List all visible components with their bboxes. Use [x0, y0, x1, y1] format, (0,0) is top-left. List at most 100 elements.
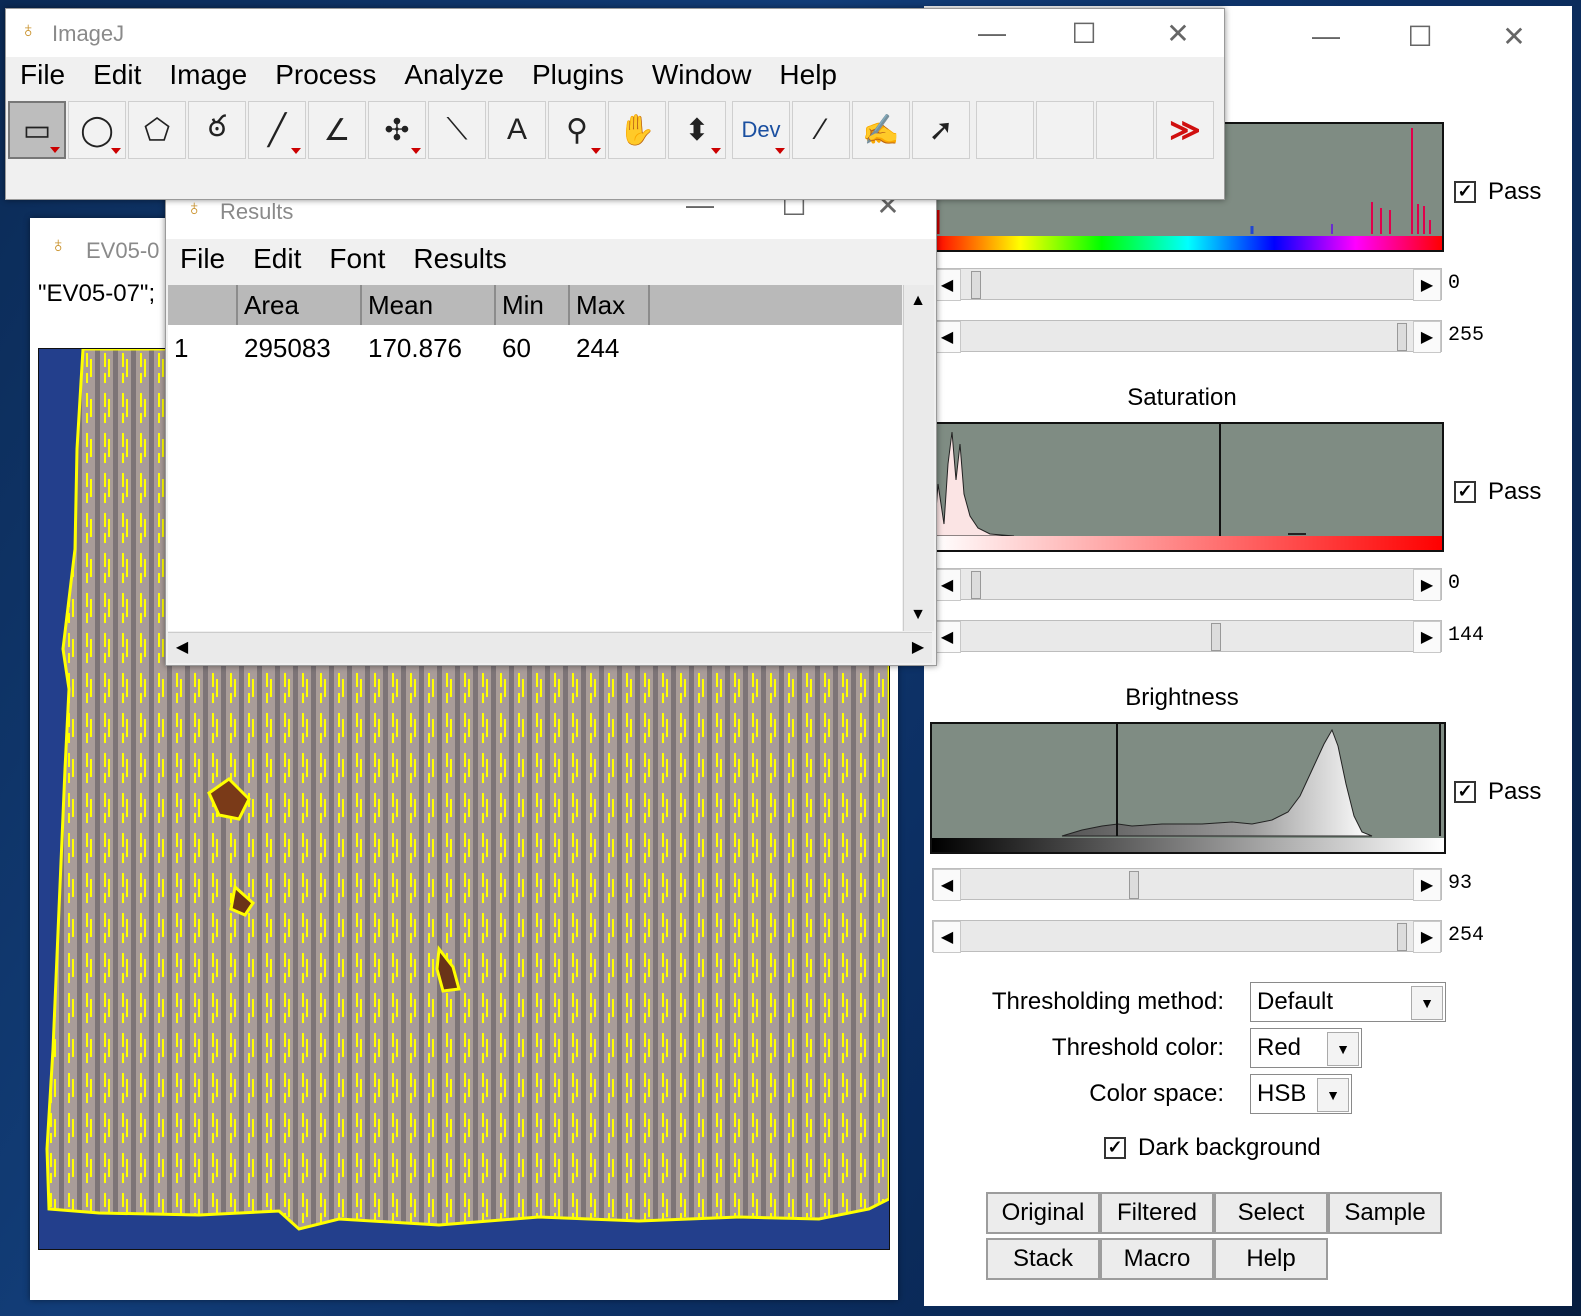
filtered-button[interactable]: Filtered	[1100, 1192, 1214, 1234]
slider-left-arrow-icon[interactable]: ◀	[933, 269, 961, 301]
line-tool-icon[interactable]: ╱	[248, 101, 306, 159]
sample-button[interactable]: Sample	[1328, 1192, 1442, 1234]
menu-process[interactable]: Process	[275, 59, 376, 91]
hand-tool-icon[interactable]: ✋	[608, 101, 666, 159]
cell-max: 244	[576, 333, 620, 363]
slider-thumb[interactable]	[1397, 923, 1407, 951]
results-menu-results[interactable]: Results	[413, 243, 506, 275]
flood-fill-tool-icon[interactable]: ✍	[852, 101, 910, 159]
text-tool-icon[interactable]: A	[488, 101, 546, 159]
chevron-down-icon[interactable]: ▼	[1317, 1078, 1349, 1112]
saturation-max-value: 144	[1448, 624, 1485, 647]
slider-right-arrow-icon[interactable]: ▶	[1413, 921, 1441, 953]
hue-pass-checkbox[interactable]: ✓ Pass	[1454, 178, 1541, 206]
color-space-select[interactable]: HSB ▼	[1250, 1074, 1352, 1114]
chevron-down-icon[interactable]: ▼	[1327, 1032, 1359, 1066]
dark-background-checkbox[interactable]: ✓ Dark background	[1104, 1134, 1321, 1162]
results-menu-edit[interactable]: Edit	[253, 243, 301, 275]
empty-slot-2[interactable]	[1036, 101, 1094, 159]
hue-min-slider[interactable]: ◀ ▶	[932, 268, 1442, 301]
chevron-down-icon[interactable]: ▼	[1411, 986, 1443, 1020]
slider-thumb[interactable]	[971, 271, 981, 299]
slider-left-arrow-icon[interactable]: ◀	[933, 921, 961, 953]
dark-background-label: Dark background	[1138, 1134, 1321, 1161]
angle-tool-icon[interactable]: ∠	[308, 101, 366, 159]
checkbox-check-icon: ✓	[1454, 481, 1476, 503]
maximize-icon[interactable]: ☐	[1400, 16, 1440, 56]
macro-button[interactable]: Macro	[1100, 1238, 1214, 1280]
scroll-right-arrow-icon[interactable]: ▶	[904, 633, 932, 661]
results-menu-font[interactable]: Font	[329, 243, 385, 275]
menu-edit[interactable]: Edit	[93, 59, 141, 91]
vertical-scrollbar[interactable]: ▲ ▼	[903, 285, 934, 631]
column-header-index[interactable]	[168, 285, 238, 325]
results-menu-file[interactable]: File	[180, 243, 225, 275]
saturation-pass-checkbox[interactable]: ✓ Pass	[1454, 478, 1541, 506]
saturation-histogram	[932, 422, 1444, 552]
original-button[interactable]: Original	[986, 1192, 1100, 1234]
slider-right-arrow-icon[interactable]: ▶	[1413, 269, 1441, 301]
help-button[interactable]: Help	[1214, 1238, 1328, 1280]
menu-image[interactable]: Image	[169, 59, 247, 91]
rectangle-tool-icon[interactable]: ▭	[8, 101, 66, 159]
stack-button[interactable]: Stack	[986, 1238, 1100, 1280]
scroll-left-arrow-icon[interactable]: ◀	[168, 633, 196, 661]
maximize-icon[interactable]: ☐	[1064, 13, 1104, 53]
column-header-area[interactable]: Area	[238, 285, 362, 325]
empty-slot-1[interactable]	[976, 101, 1034, 159]
slider-left-arrow-icon[interactable]: ◀	[933, 869, 961, 901]
polygon-tool-icon[interactable]: ⬠	[128, 101, 186, 159]
threshold-color-select[interactable]: Red ▼	[1250, 1028, 1362, 1068]
checkbox-check-icon: ✓	[1454, 181, 1476, 203]
slider-thumb[interactable]	[1129, 871, 1139, 899]
arrow-tool-icon[interactable]: ➚	[912, 101, 970, 159]
more-tools-icon[interactable]: ≫	[1156, 101, 1214, 159]
slider-thumb[interactable]	[1397, 323, 1407, 351]
slider-thumb[interactable]	[1211, 623, 1221, 651]
slider-right-arrow-icon[interactable]: ▶	[1413, 569, 1441, 601]
slider-left-arrow-icon[interactable]: ◀	[933, 569, 961, 601]
brightness-pass-checkbox[interactable]: ✓ Pass	[1454, 778, 1541, 806]
brightness-min-slider[interactable]: ◀ ▶	[932, 868, 1442, 901]
menu-analyze[interactable]: Analyze	[404, 59, 504, 91]
slider-thumb[interactable]	[971, 571, 981, 599]
hue-max-slider[interactable]: ◀ ▶	[932, 320, 1442, 353]
scroll-up-arrow-icon[interactable]: ▲	[904, 287, 932, 315]
horizontal-scrollbar[interactable]: ◀ ▶	[168, 632, 932, 663]
saturation-max-slider[interactable]: ◀ ▶	[932, 620, 1442, 653]
minimize-icon[interactable]: —	[972, 13, 1012, 53]
scroll-down-arrow-icon[interactable]: ▼	[904, 601, 932, 629]
minimize-icon[interactable]: —	[1306, 16, 1346, 56]
menu-file[interactable]: File	[20, 59, 65, 91]
saturation-min-slider[interactable]: ◀ ▶	[932, 568, 1442, 601]
menu-help[interactable]: Help	[779, 59, 837, 91]
color-picker-tool-icon[interactable]: ⬍	[668, 101, 726, 159]
close-icon[interactable]: ✕	[1158, 13, 1198, 53]
thresholding-method-select[interactable]: Default ▼	[1250, 982, 1446, 1022]
select-button[interactable]: Select	[1214, 1192, 1328, 1234]
imagej-titlebar[interactable]: ♁ ImageJ — ☐ ✕	[6, 9, 1224, 57]
slider-left-arrow-icon[interactable]: ◀	[933, 621, 961, 653]
slider-right-arrow-icon[interactable]: ▶	[1413, 621, 1441, 653]
menu-window[interactable]: Window	[652, 59, 752, 91]
empty-slot-3[interactable]	[1096, 101, 1154, 159]
slider-right-arrow-icon[interactable]: ▶	[1413, 321, 1441, 353]
freehand-tool-icon[interactable]: ఠ	[188, 101, 246, 159]
slider-right-arrow-icon[interactable]: ▶	[1413, 869, 1441, 901]
column-header-max[interactable]: Max	[570, 285, 650, 325]
brightness-max-slider[interactable]: ◀ ▶	[932, 920, 1442, 953]
checkbox-check-icon: ✓	[1104, 1137, 1126, 1159]
dev-tool-icon[interactable]: Dev	[732, 101, 790, 159]
column-header-min[interactable]: Min	[496, 285, 570, 325]
results-table-body[interactable]: 1 295083 170.876 60 244	[168, 325, 902, 631]
brush-tool-icon[interactable]: ⁄	[792, 101, 850, 159]
column-header-mean[interactable]: Mean	[362, 285, 496, 325]
slider-left-arrow-icon[interactable]: ◀	[933, 321, 961, 353]
wand-tool-icon[interactable]: ⟍	[428, 101, 486, 159]
close-icon[interactable]: ✕	[1494, 16, 1534, 56]
table-row[interactable]: 1 295083 170.876 60 244	[168, 325, 902, 365]
magnifier-tool-icon[interactable]: ⚲	[548, 101, 606, 159]
oval-tool-icon[interactable]: ◯	[68, 101, 126, 159]
menu-plugins[interactable]: Plugins	[532, 59, 624, 91]
point-tool-icon[interactable]: ✣	[368, 101, 426, 159]
